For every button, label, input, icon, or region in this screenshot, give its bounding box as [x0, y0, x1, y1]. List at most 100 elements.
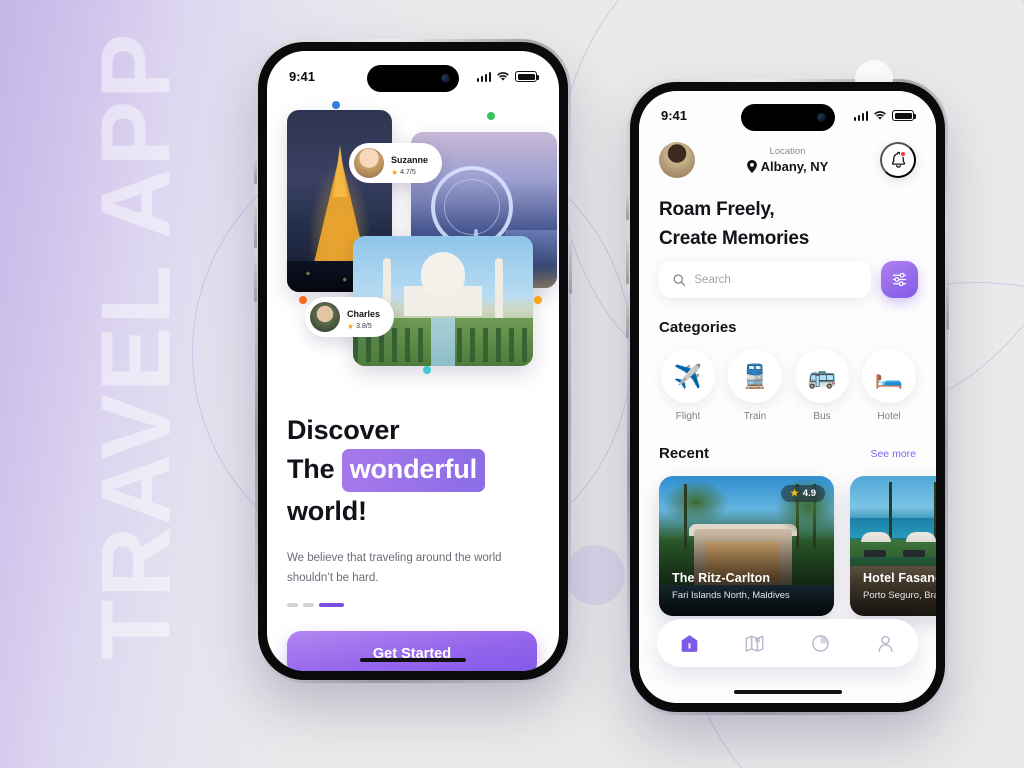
- dot-teal: [423, 366, 431, 374]
- filter-button[interactable]: [881, 261, 918, 298]
- battery-icon: [515, 71, 540, 82]
- categories-heading: Categories: [659, 319, 737, 336]
- silent-switch[interactable]: [254, 158, 257, 184]
- pie-chart-icon: [811, 634, 829, 652]
- minaret: [495, 258, 503, 318]
- pager-dot-2[interactable]: [303, 603, 314, 607]
- star-icon: ★: [347, 321, 355, 331]
- page-title: Discover The wonderful world!: [287, 411, 537, 530]
- home-title-line-2: Create Memories: [659, 227, 810, 249]
- dot-blue: [332, 101, 340, 109]
- get-started-button[interactable]: Get Started: [287, 631, 537, 671]
- power-button[interactable]: [946, 268, 949, 330]
- front-camera-icon: [816, 113, 826, 122]
- pager-dot-3-active[interactable]: [319, 603, 344, 607]
- decorative-blob: [565, 545, 625, 605]
- background-wordmark: TRAVEL APP: [80, 31, 191, 660]
- headline-highlight: wonderful: [341, 449, 485, 492]
- subtitle: We believe that traveling around the wor…: [287, 552, 502, 584]
- location-value-row: Albany, NY: [695, 159, 880, 174]
- phone-home: 9:41 Location Albany, NY Roam Freely, Cr…: [626, 79, 949, 715]
- reviewer-tag-charles[interactable]: Charles ★ 3.8/5: [305, 297, 395, 337]
- tab-map[interactable]: [734, 626, 776, 660]
- status-time: 9:41: [289, 69, 316, 84]
- battery-icon: [892, 110, 917, 121]
- tab-profile[interactable]: [864, 626, 906, 660]
- rating-badge: ★ 4.9: [781, 485, 825, 502]
- hotel-name: Hotel Fasano: [863, 571, 936, 585]
- category-hotel[interactable]: 🛏️ Hotel: [860, 349, 918, 422]
- category-train[interactable]: 🚆 Train: [726, 349, 784, 422]
- notification-bell-button[interactable]: [880, 142, 916, 178]
- hotel-location: Porto Seguro, Brazil: [863, 590, 936, 601]
- wifi-icon: [874, 111, 886, 120]
- category-flight[interactable]: ✈️ Flight: [659, 349, 717, 422]
- reviewer-name: Suzanne: [391, 154, 429, 165]
- front-camera-icon: [441, 74, 450, 83]
- home-header: Location Albany, NY: [659, 139, 916, 181]
- volume-up-button[interactable]: [254, 204, 257, 248]
- location-label: Location: [769, 146, 806, 157]
- home-title: Roam Freely, Create Memories: [659, 196, 909, 254]
- recent-list: ★ 4.9 The Ritz-Carlton Fari Islands Nort…: [659, 476, 936, 616]
- category-label: Bus: [813, 411, 831, 422]
- volume-up-button[interactable]: [626, 240, 629, 284]
- status-time: 9:41: [661, 108, 688, 123]
- train-icon: 🚆: [728, 349, 782, 403]
- location-block[interactable]: Location Albany, NY: [695, 146, 880, 174]
- status-indicators: [476, 71, 540, 82]
- tab-home[interactable]: [669, 626, 711, 660]
- rating-value: 4.7/5: [400, 168, 416, 176]
- avatar: [354, 148, 384, 178]
- reviewer-rating: ★ 3.8/5: [347, 322, 380, 331]
- recent-card-hotel-fasano[interactable]: Hotel Fasano Porto Seguro, Brazil: [850, 476, 936, 616]
- pagination-dots[interactable]: [287, 603, 344, 607]
- volume-down-button[interactable]: [626, 294, 629, 338]
- rating-value: 4.9: [802, 488, 816, 499]
- phone2-content: 9:41 Location Albany, NY Roam Freely, Cr…: [639, 91, 936, 703]
- power-button[interactable]: [569, 232, 572, 294]
- tab-stats[interactable]: [799, 626, 841, 660]
- dynamic-island: [367, 65, 459, 92]
- silent-switch[interactable]: [626, 194, 629, 220]
- sliders-icon: [892, 272, 907, 287]
- category-label: Hotel: [877, 411, 901, 422]
- volume-down-button[interactable]: [254, 258, 257, 302]
- home-icon: [681, 634, 698, 652]
- search-box[interactable]: [659, 261, 871, 298]
- avatar[interactable]: [659, 142, 695, 178]
- recent-heading: Recent: [659, 445, 710, 462]
- notification-dot: [900, 151, 906, 157]
- hotel-bed-icon: 🛏️: [862, 349, 916, 403]
- phone1-screen: 9:41 Suzanne ★ 4.7/5 Charles ★ 3.8/5 Dis…: [267, 51, 559, 671]
- headline-line-3: world!: [287, 495, 367, 526]
- pager-dot-1[interactable]: [287, 603, 298, 607]
- recent-card-ritz-carlton[interactable]: ★ 4.9 The Ritz-Carlton Fari Islands Nort…: [659, 476, 834, 616]
- map-icon: [745, 635, 764, 652]
- dynamic-island: [740, 104, 835, 131]
- home-indicator[interactable]: [733, 690, 842, 694]
- phone1-content: Suzanne ★ 4.7/5 Charles ★ 3.8/5 Discover…: [267, 51, 559, 671]
- categories-list: ✈️ Flight 🚆 Train 🚌 Bus 🛏️ Hotel: [659, 349, 918, 422]
- phone-onboarding: 9:41 Suzanne ★ 4.7/5 Charles ★ 3.8/5 Dis…: [254, 39, 572, 683]
- category-label: Flight: [675, 411, 701, 422]
- reviewer-tag-suzanne[interactable]: Suzanne ★ 4.7/5: [349, 143, 443, 183]
- eiffel-top-shape: [332, 145, 347, 198]
- category-label: Train: [743, 411, 767, 422]
- headline-line-1: Discover: [287, 415, 400, 445]
- person-icon: [878, 635, 893, 652]
- taj-dome: [421, 252, 465, 296]
- hotel-name: The Ritz-Carlton: [672, 571, 771, 585]
- search-input[interactable]: [694, 273, 857, 286]
- reviewer-name: Charles: [347, 308, 381, 319]
- see-more-link[interactable]: See more: [870, 448, 916, 460]
- category-bus[interactable]: 🚌 Bus: [793, 349, 851, 422]
- signal-bars-icon: [853, 110, 868, 121]
- status-indicators: [853, 110, 917, 121]
- avatar: [310, 302, 340, 332]
- taj-pool: [431, 318, 455, 366]
- signal-bars-icon: [476, 71, 491, 82]
- home-indicator[interactable]: [360, 658, 466, 662]
- hotel-location: Fari Islands North, Maldives: [672, 590, 790, 601]
- map-pin-icon: [746, 160, 757, 173]
